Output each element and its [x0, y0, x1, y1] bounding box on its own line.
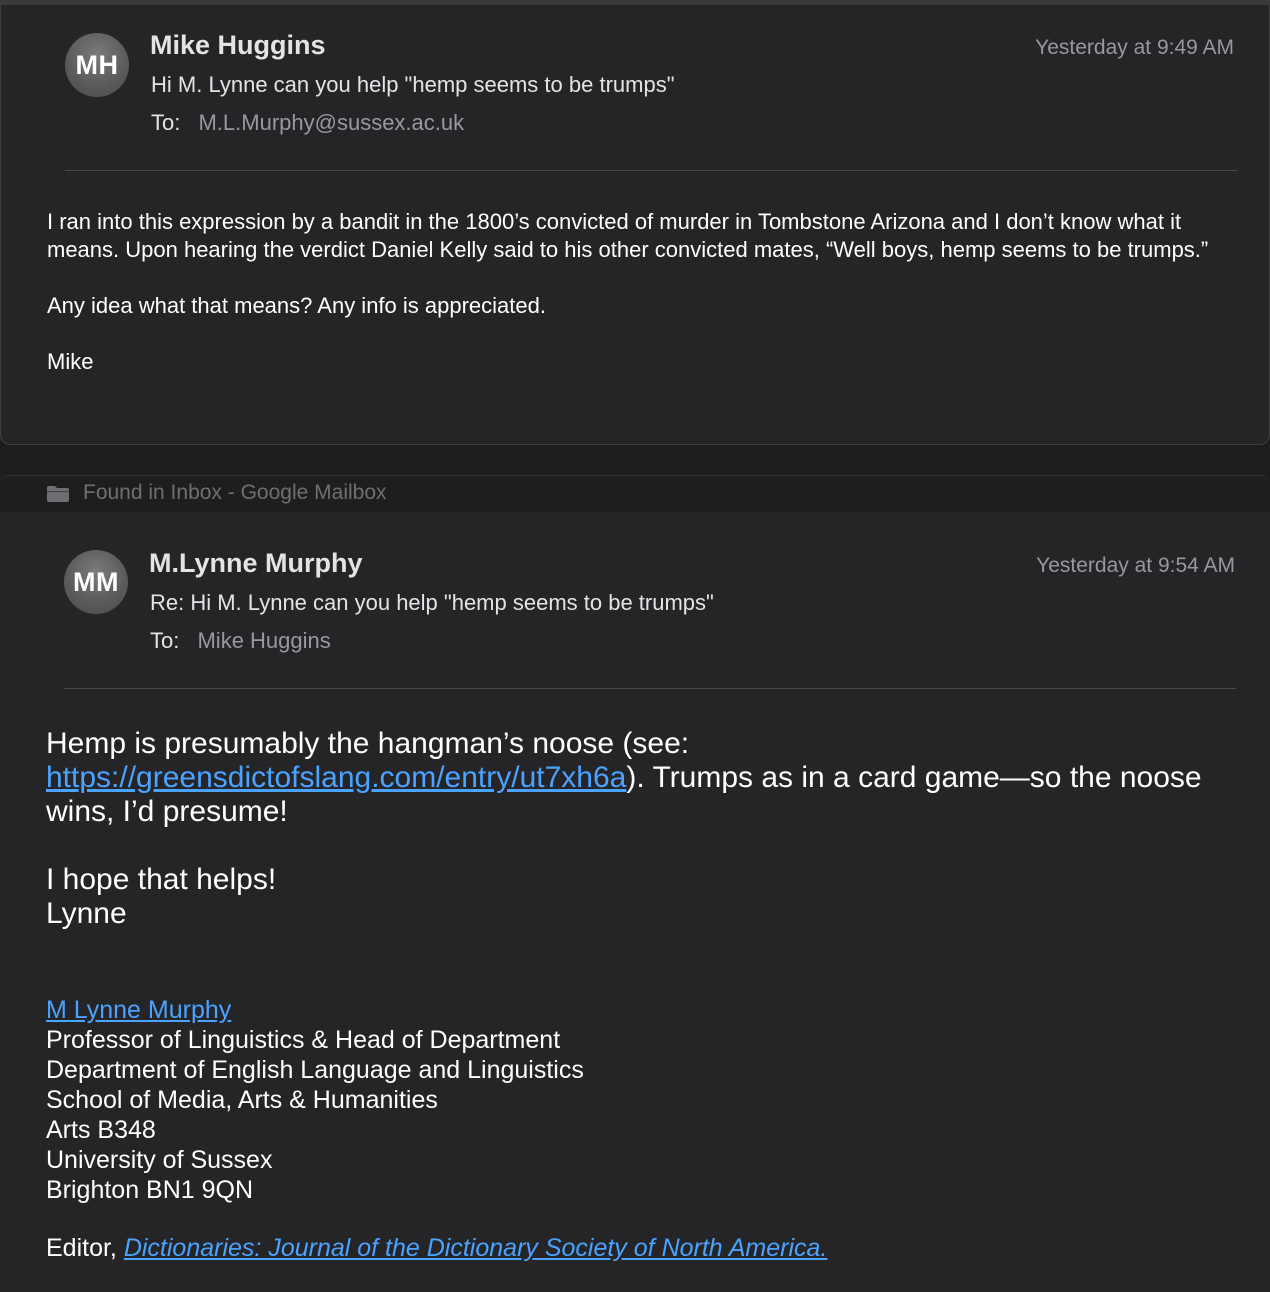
signature-line: Brighton BN1 9QN — [46, 1176, 254, 1204]
subject-line: Hi M. Lynne can you help "hemp seems to … — [151, 72, 675, 97]
recipient-name[interactable]: Mike Huggins — [197, 628, 330, 653]
signature-line: Arts B348 — [46, 1116, 156, 1144]
message-body: Hemp is presumably the hangman’s noose (… — [46, 727, 1246, 965]
folder-icon — [47, 486, 69, 502]
header-divider — [65, 170, 1237, 171]
to-label: To: — [151, 110, 181, 135]
signature-line: School of Media, Arts & Humanities — [46, 1086, 438, 1114]
signature-line: Department of English Language and Lingu… — [46, 1056, 584, 1084]
message-date: Yesterday at 9:54 AM — [1036, 554, 1235, 577]
body-paragraph: Any idea what that means? Any info is ap… — [47, 293, 546, 318]
body-text: I hope that helps! — [46, 863, 277, 896]
sender-name[interactable]: M.Lynne Murphy — [149, 548, 363, 579]
journal-link[interactable]: Dictionaries: Journal of the Dictionary … — [124, 1234, 828, 1262]
recipient-row: To: Mike Huggins — [150, 628, 331, 654]
greens-dictionary-link[interactable]: https://greensdictofslang.com/entry/ut7x… — [46, 761, 626, 794]
avatar: MH — [65, 33, 129, 97]
message-body: I ran into this expression by a bandit i… — [47, 208, 1247, 404]
recipient-address[interactable]: M.L.Murphy@sussex.ac.uk — [198, 110, 464, 135]
body-paragraph: I ran into this expression by a bandit i… — [47, 209, 1209, 262]
signature-line: Professor of Linguistics & Head of Depar… — [46, 1026, 561, 1054]
signature-editor-line: Editor, Dictionaries: Journal of the Dic… — [46, 1233, 827, 1263]
to-label: To: — [150, 628, 180, 653]
signature-line: University of Sussex — [46, 1146, 273, 1174]
body-signoff: Mike — [47, 349, 94, 374]
body-text: Hemp is presumably the hangman’s noose (… — [46, 727, 690, 760]
editor-label: Editor, — [46, 1234, 124, 1262]
header-divider — [64, 688, 1236, 689]
email-signature: M Lynne Murphy Professor of Linguistics … — [46, 995, 1246, 1205]
subject-line: Re: Hi M. Lynne can you help "hemp seems… — [150, 590, 714, 615]
message-mike-huggins[interactable]: MH Mike Huggins Yesterday at 9:49 AM Hi … — [0, 5, 1270, 445]
found-in-mailbox-bar: Found in Inbox - Google Mailbox — [0, 475, 1270, 512]
message-date: Yesterday at 9:49 AM — [1035, 36, 1234, 59]
message-lynne-murphy[interactable]: MM M.Lynne Murphy Yesterday at 9:54 AM R… — [0, 512, 1270, 1292]
body-paragraph: I hope that helps! Lynne — [46, 863, 1246, 931]
found-in-text[interactable]: Found in Inbox - Google Mailbox — [83, 481, 387, 505]
signature-name-link[interactable]: M Lynne Murphy — [46, 995, 1246, 1025]
recipient-row: To: M.L.Murphy@sussex.ac.uk — [151, 110, 464, 136]
body-paragraph: Hemp is presumably the hangman’s noose (… — [46, 727, 1246, 829]
sender-name[interactable]: Mike Huggins — [150, 30, 326, 61]
body-signoff: Lynne — [46, 897, 127, 930]
avatar: MM — [64, 550, 128, 614]
